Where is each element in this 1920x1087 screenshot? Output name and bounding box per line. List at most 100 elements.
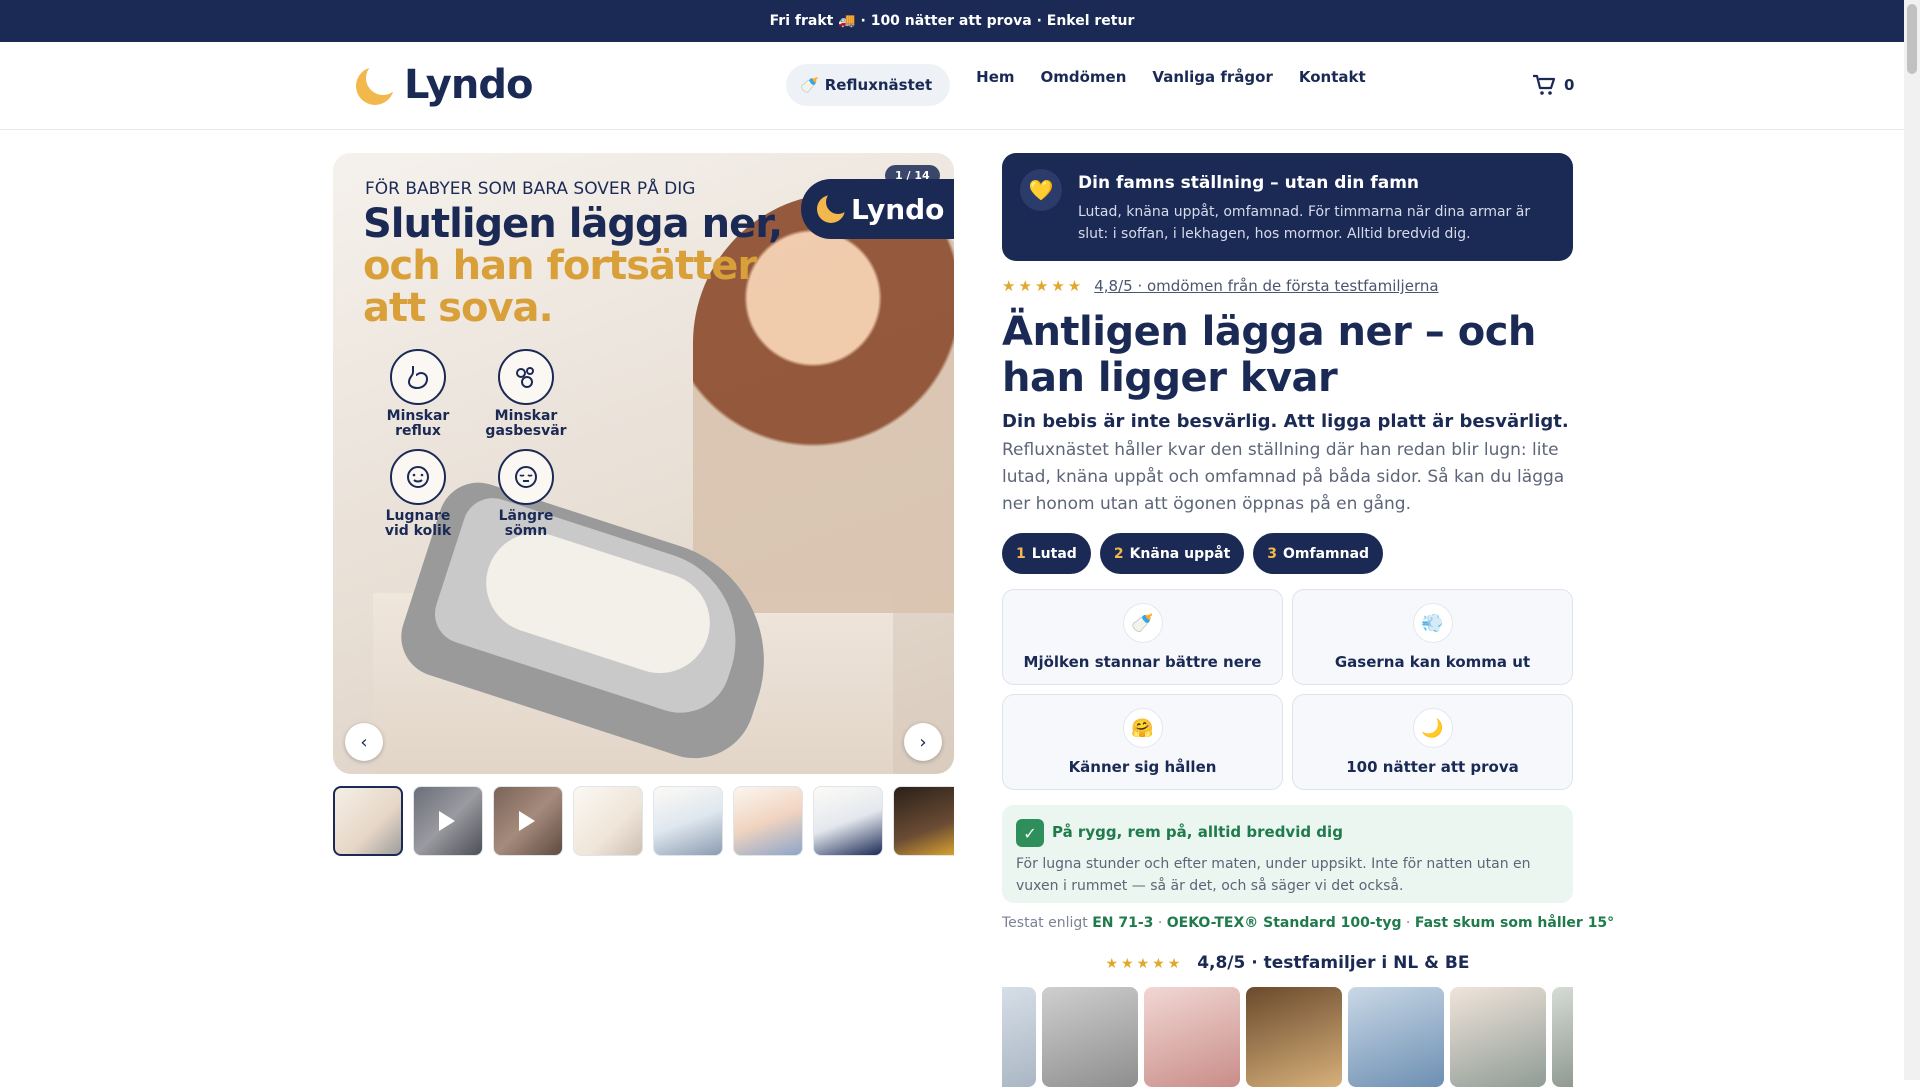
- main-nav: 🍼 Refluxnästet Hem Omdömen Vanliga frågo…: [786, 64, 1392, 106]
- nav-item-vanliga-fragor[interactable]: Vanliga frågor: [1152, 68, 1272, 86]
- step-number: 2: [1113, 545, 1124, 562]
- cart-icon: [1533, 74, 1556, 95]
- star-rating-icon: ★★★★★: [1105, 956, 1184, 972]
- chevron-left-icon: ‹: [360, 731, 368, 753]
- thumbnail[interactable]: [733, 786, 803, 856]
- feature-label: Minskar reflux: [386, 408, 450, 439]
- thumbnail[interactable]: [333, 786, 403, 856]
- cart-count: 0: [1564, 76, 1575, 94]
- benefit-card: 💨 Gaserna kan komma ut: [1292, 589, 1573, 685]
- product-title: Äntligen lägga ner – och han ligger kvar: [1002, 309, 1536, 401]
- safety-text: För lugna stunder och efter maten, under…: [1016, 856, 1531, 894]
- moon-icon: [817, 190, 850, 223]
- star-rating-icon: ★★★★★: [1002, 277, 1085, 295]
- bottle-icon: 🍼: [1122, 603, 1163, 643]
- cert-foam: Fast skum som håller 15°: [1414, 915, 1615, 931]
- hero-headline: Slutligen lägga ner,: [363, 201, 783, 247]
- benefit-label: Gaserna kan komma ut: [1334, 653, 1531, 671]
- gallery-thumbnails: [333, 786, 954, 856]
- thumbnail-video[interactable]: [413, 786, 483, 856]
- site-header: Lyndo 🍼 Refluxnästet Hem Omdömen Vanliga…: [0, 42, 1904, 130]
- customer-photo[interactable]: [1552, 987, 1573, 1087]
- feature-label: Längre sömn: [498, 508, 554, 539]
- gallery-next-button[interactable]: ›: [904, 723, 942, 761]
- play-icon: [439, 811, 455, 831]
- benefit-card: 🍼 Mjölken stannar bättre nere: [1002, 589, 1283, 685]
- benefit-cards: 🍼 Mjölken stannar bättre nere 💨 Gaserna …: [1002, 589, 1573, 790]
- feature-label: Minskar gasbesvär: [485, 408, 567, 439]
- bottle-icon: 🍼: [800, 76, 819, 94]
- separator: ·: [1153, 915, 1167, 931]
- nav-item-refluxnastet[interactable]: 🍼 Refluxnästet: [786, 64, 951, 106]
- scrollbar[interactable]: [1904, 0, 1920, 1080]
- cert-oekotex: OEKO-TEX® Standard 100-tyg: [1166, 915, 1402, 931]
- customer-photo[interactable]: [1002, 987, 1036, 1087]
- nav-item-kontakt[interactable]: Kontakt: [1299, 68, 1366, 86]
- nav-item-hem[interactable]: Hem: [976, 68, 1014, 86]
- safety-title: På rygg, rem på, alltid bredvid dig: [1052, 823, 1343, 841]
- hug-icon: 🤗: [1122, 708, 1163, 748]
- sleeping-baby-icon: [498, 449, 554, 505]
- thumbnail[interactable]: [653, 786, 723, 856]
- customer-photos: [1002, 987, 1573, 1087]
- nav-pill-label: Refluxnästet: [824, 76, 933, 94]
- hero-logo-badge: Lyndo: [801, 179, 954, 239]
- customer-photo[interactable]: [1246, 987, 1342, 1087]
- separator: ·: [1401, 915, 1415, 931]
- customer-photo[interactable]: [1144, 987, 1240, 1087]
- moon-icon: [356, 61, 400, 105]
- promo-banner: 💛 Din famns ställning – utan din famn Lu…: [1002, 153, 1573, 261]
- thumbnail[interactable]: [813, 786, 883, 856]
- baby-face-icon: [390, 449, 446, 505]
- step-label: Knäna uppåt: [1129, 545, 1231, 562]
- thumbnail[interactable]: [893, 786, 954, 856]
- certifications-prefix: Testat enligt: [1002, 915, 1088, 931]
- gallery-prev-button[interactable]: ‹: [345, 723, 383, 761]
- hero-eyebrow: FÖR BABYER SOM BARA SOVER PÅ DIG: [365, 179, 696, 199]
- benefit-label: Känner sig hållen: [1068, 758, 1217, 776]
- benefit-label: 100 nätter att prova: [1346, 758, 1519, 776]
- step-pill: 1 Lutad: [1002, 533, 1091, 574]
- customer-photo[interactable]: [1450, 987, 1546, 1087]
- benefit-card: 🤗 Känner sig hållen: [1002, 694, 1283, 790]
- scrollbar-thumb[interactable]: [1907, 4, 1917, 74]
- announcement-bar: Fri frakt 🚚 · 100 nätter att prova · Enk…: [0, 0, 1904, 42]
- slide-counter: 1 / 14: [885, 165, 940, 186]
- step-pill: 2 Knäna uppåt: [1099, 533, 1245, 574]
- thumbnail[interactable]: [573, 786, 643, 856]
- feature-colic: Lugnare vid kolik: [373, 449, 463, 539]
- logo[interactable]: Lyndo: [356, 61, 533, 108]
- thumbnail-video[interactable]: [493, 786, 563, 856]
- feature-gas: Minskar gasbesvär: [481, 349, 571, 439]
- hero-headline-accent: och han fortsätter att sova.: [363, 243, 757, 331]
- feature-reflux: Minskar reflux: [373, 349, 463, 439]
- product-gallery[interactable]: FÖR BABYER SOM BARA SOVER PÅ DIG Slutlig…: [333, 153, 954, 774]
- cart-button[interactable]: 0: [1532, 74, 1574, 96]
- nav-item-omdomen[interactable]: Omdömen: [1041, 68, 1127, 86]
- safety-notice: ✓ På rygg, rem på, alltid bredvid dig Fö…: [1002, 805, 1573, 903]
- step-number: 3: [1267, 545, 1278, 562]
- hero-logo-text: Lyndo: [851, 192, 945, 226]
- promo-text: Lutad, knäna uppåt, omfamnad. För timmar…: [1078, 204, 1531, 242]
- check-icon: ✓: [1016, 819, 1044, 847]
- certifications: Testat enligt EN 71-3 · OEKO-TEX® Standa…: [1002, 915, 1614, 931]
- play-icon: [519, 811, 535, 831]
- customer-photo[interactable]: [1042, 987, 1138, 1087]
- customer-photo[interactable]: [1348, 987, 1444, 1087]
- product-subtitle: Din bebis är inte besvärlig. Att ligga p…: [1002, 411, 1569, 432]
- step-number: 1: [1016, 545, 1026, 562]
- families-rating: ★★★★★ 4,8/5 · testfamiljer i NL & BE: [1002, 953, 1573, 973]
- announcement-text: Fri frakt 🚚 · 100 nätter att prova · Enk…: [769, 13, 1135, 29]
- position-steps: 1 Lutad 2 Knäna uppåt 3 Omfamnad: [1002, 533, 1384, 574]
- logo-text: Lyndo: [404, 62, 533, 108]
- step-pill: 3 Omfamnad: [1253, 533, 1384, 574]
- step-label: Omfamnad: [1283, 545, 1370, 562]
- product-description: Refluxnästet håller kvar den ställning d…: [1002, 440, 1565, 514]
- cert-en71: EN 71-3: [1092, 915, 1154, 931]
- benefit-label: Mjölken stannar bättre nere: [1023, 653, 1262, 671]
- heart-icon: 💛: [1020, 169, 1062, 211]
- feature-sleep: Längre sömn: [481, 449, 571, 539]
- promo-title: Din famns ställning – utan din famn: [1078, 173, 1420, 193]
- reviews-link[interactable]: 4,8/5 · omdömen från de första testfamil…: [1094, 277, 1438, 295]
- wind-icon: 💨: [1412, 603, 1453, 643]
